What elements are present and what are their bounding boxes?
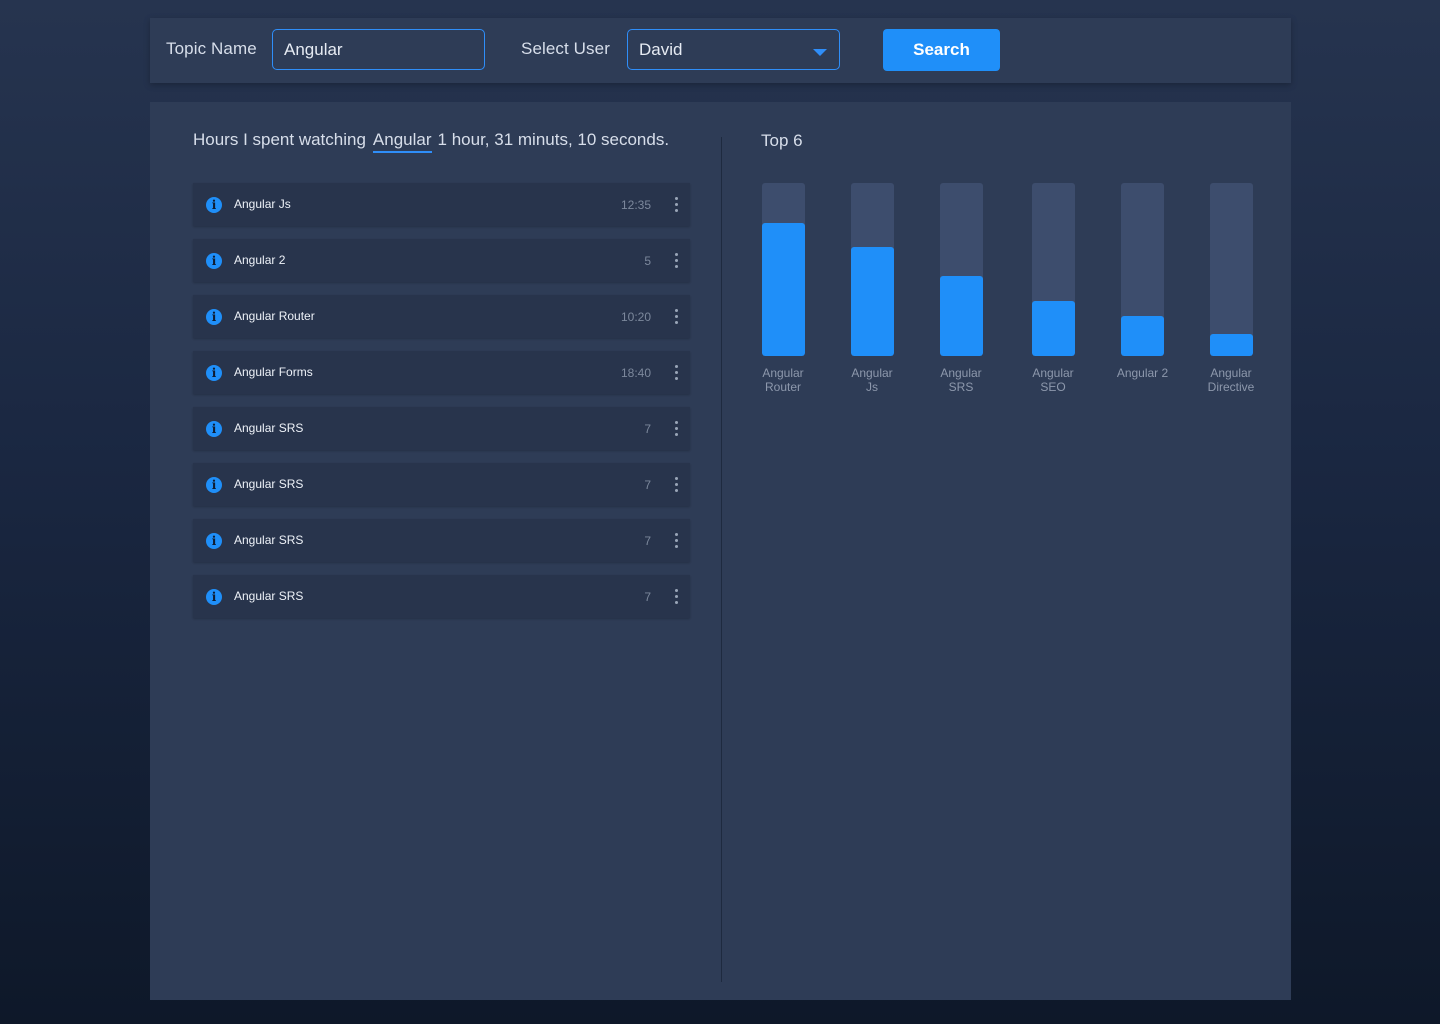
select-user-label: Select User bbox=[521, 39, 610, 58]
list-item-title: Angular SRS bbox=[234, 477, 304, 491]
list-item-title: Angular SRS bbox=[234, 421, 304, 435]
bar-label: Angular Directive bbox=[1207, 366, 1255, 394]
more-vertical-icon[interactable] bbox=[672, 363, 682, 383]
bar-track bbox=[940, 183, 983, 356]
info-icon[interactable]: i bbox=[206, 253, 222, 269]
more-vertical-icon[interactable] bbox=[672, 419, 682, 439]
list-item-duration: 7 bbox=[644, 422, 651, 436]
bar-label: Angular 2 bbox=[1116, 366, 1169, 380]
chart-title: Top 6 bbox=[761, 131, 803, 150]
more-vertical-icon[interactable] bbox=[672, 251, 682, 271]
topic-name-label: Topic Name bbox=[166, 39, 257, 58]
bar-column[interactable]: Angular 2 bbox=[1117, 183, 1168, 380]
bar-column[interactable]: Angular Directive bbox=[1208, 183, 1254, 394]
list-item[interactable]: i Angular SRS 7 bbox=[193, 575, 690, 618]
info-icon[interactable]: i bbox=[206, 421, 222, 437]
summary-prefix: Hours I spent watching bbox=[193, 130, 366, 149]
list-item-duration: 7 bbox=[644, 478, 651, 492]
caret-down-icon bbox=[813, 49, 827, 56]
bar bbox=[762, 223, 805, 356]
list-item[interactable]: i Angular 2 5 bbox=[193, 239, 690, 282]
topic-name-input[interactable] bbox=[272, 29, 485, 70]
info-icon[interactable]: i bbox=[206, 477, 222, 493]
list-item-title: Angular SRS bbox=[234, 589, 304, 603]
summary-topic[interactable]: Angular bbox=[372, 130, 432, 153]
list-item-duration: 7 bbox=[644, 534, 651, 548]
panel-divider bbox=[721, 137, 722, 982]
more-vertical-icon[interactable] bbox=[672, 587, 682, 607]
list-item-duration: 5 bbox=[644, 254, 651, 268]
list-item[interactable]: i Angular SRS 7 bbox=[193, 519, 690, 562]
list-item-title: Angular Js bbox=[234, 197, 291, 211]
info-icon[interactable]: i bbox=[206, 589, 222, 605]
bar-track bbox=[1210, 183, 1253, 356]
list-item[interactable]: i Angular Js 12:35 bbox=[193, 183, 690, 226]
user-select[interactable]: David bbox=[627, 29, 840, 70]
info-icon[interactable]: i bbox=[206, 533, 222, 549]
more-vertical-icon[interactable] bbox=[672, 531, 682, 551]
bar-column[interactable]: Angular Js bbox=[851, 183, 894, 394]
list-item-title: Angular Forms bbox=[234, 365, 313, 379]
video-list: i Angular Js 12:35 i Angular 2 5 i Angular Rout… bbox=[193, 183, 690, 631]
search-button[interactable]: Search bbox=[883, 29, 1000, 71]
list-item[interactable]: i Angular SRS 7 bbox=[193, 407, 690, 450]
watch-time-summary: Hours I spent watching Angular 1 hour, 31 … bbox=[193, 130, 669, 153]
info-icon[interactable]: i bbox=[206, 309, 222, 325]
list-item-title: Angular Router bbox=[234, 309, 315, 323]
bar-column[interactable]: Angular Router bbox=[762, 183, 805, 394]
info-icon[interactable]: i bbox=[206, 197, 222, 213]
more-vertical-icon[interactable] bbox=[672, 307, 682, 327]
list-item[interactable]: i Angular SRS 7 bbox=[193, 463, 690, 506]
bar-label: Angular Router bbox=[762, 366, 804, 394]
list-item-duration: 7 bbox=[644, 590, 651, 604]
list-item[interactable]: i Angular Router 10:20 bbox=[193, 295, 690, 338]
bar-track bbox=[1032, 183, 1075, 356]
more-vertical-icon[interactable] bbox=[672, 475, 682, 495]
main-panel: Hours I spent watching Angular 1 hour, 31 … bbox=[150, 102, 1291, 1000]
bar-column[interactable]: Angular SRS bbox=[940, 183, 983, 394]
bar-track bbox=[762, 183, 805, 356]
user-select-value: David bbox=[639, 40, 683, 59]
list-item[interactable]: i Angular Forms 18:40 bbox=[193, 351, 690, 394]
bar-label: Angular SEO bbox=[1032, 366, 1074, 394]
bar-label: Angular SRS bbox=[940, 366, 982, 394]
bar-column[interactable]: Angular SEO bbox=[1032, 183, 1075, 394]
bar bbox=[1032, 301, 1075, 356]
summary-duration: 1 hour, 31 minuts, 10 seconds. bbox=[437, 130, 670, 149]
bar-track bbox=[851, 183, 894, 356]
bar bbox=[1210, 334, 1253, 356]
more-vertical-icon[interactable] bbox=[672, 195, 682, 215]
bar bbox=[1121, 316, 1164, 356]
bar bbox=[851, 247, 894, 356]
list-item-duration: 18:40 bbox=[620, 366, 651, 380]
list-item-title: Angular SRS bbox=[234, 533, 304, 547]
list-item-duration: 12:35 bbox=[620, 198, 651, 212]
bar bbox=[940, 276, 983, 356]
list-item-title: Angular 2 bbox=[234, 253, 286, 267]
info-icon[interactable]: i bbox=[206, 365, 222, 381]
bar-track bbox=[1121, 183, 1164, 356]
search-toolbar: Topic Name Select User David Search bbox=[150, 18, 1291, 83]
bar-label: Angular Js bbox=[851, 366, 893, 394]
list-item-duration: 10:20 bbox=[620, 310, 651, 324]
